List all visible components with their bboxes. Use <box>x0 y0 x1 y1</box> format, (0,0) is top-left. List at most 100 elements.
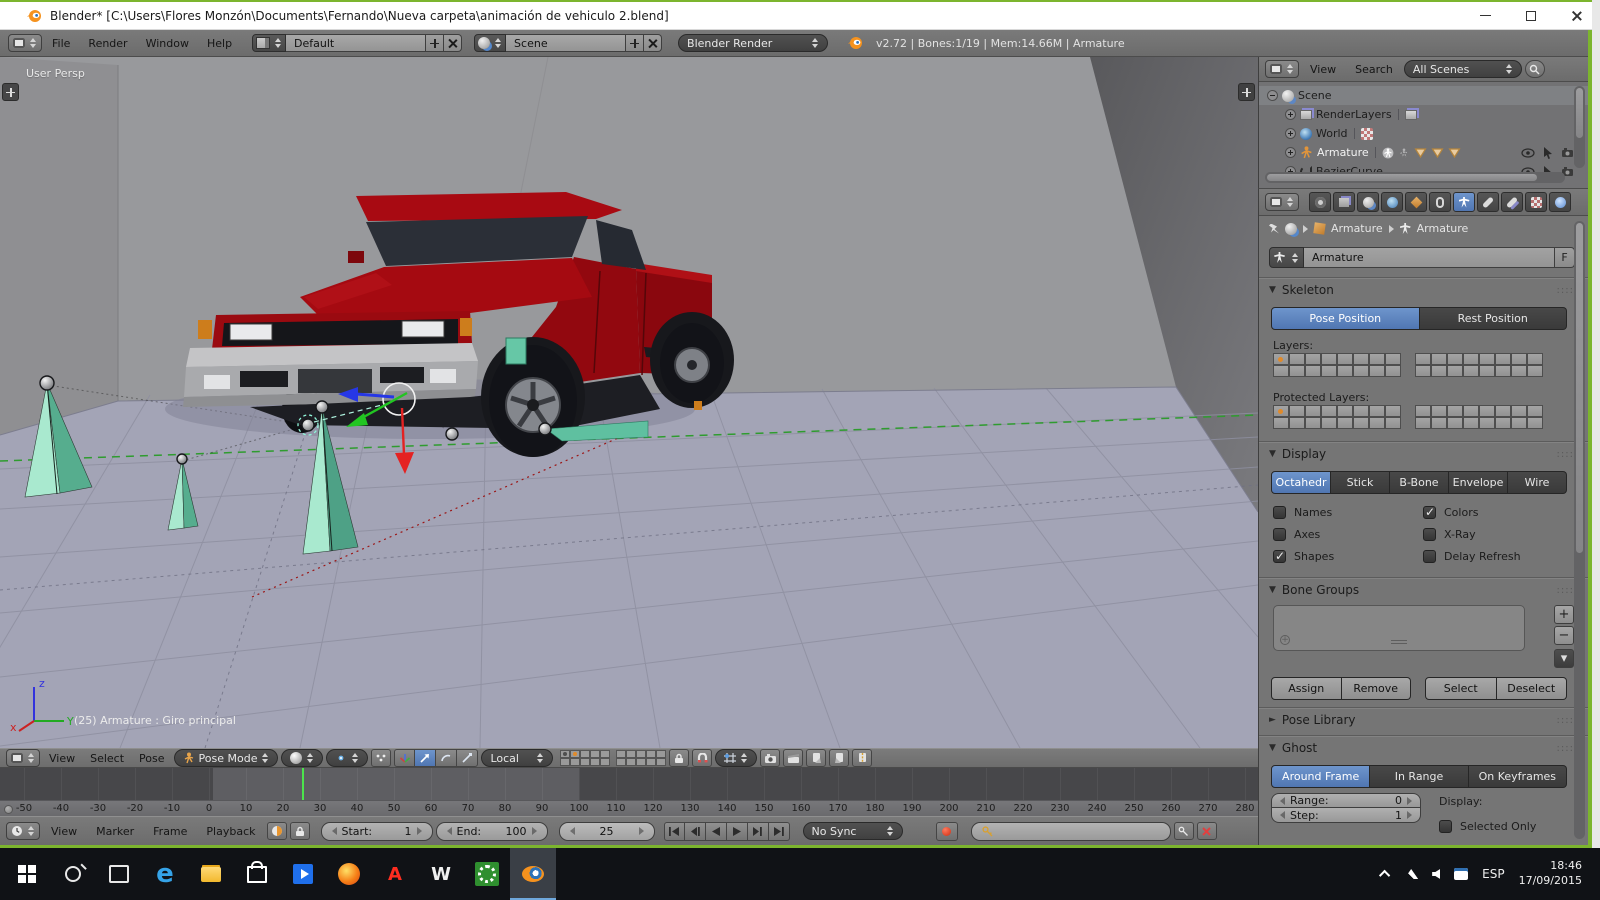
av-sync-selector[interactable]: No Sync <box>802 822 903 840</box>
expand-icon[interactable] <box>1285 147 1296 158</box>
blender-icon[interactable] <box>510 848 556 900</box>
layer-toggle[interactable] <box>1369 405 1385 417</box>
bone-groups-list[interactable]: + <box>1273 605 1525 651</box>
jump-to-prev-keyframe-button[interactable] <box>684 821 706 841</box>
viewport-layer-toggle[interactable] <box>656 750 667 758</box>
volume-icon[interactable] <box>1432 869 1441 879</box>
current-frame-indicator[interactable] <box>301 768 304 800</box>
list-grip-icon[interactable] <box>1391 640 1407 644</box>
decrement-icon[interactable] <box>331 827 337 835</box>
jump-to-end-button[interactable] <box>768 821 790 841</box>
viewport-shading-selector[interactable] <box>281 749 324 767</box>
layer-toggle[interactable] <box>1511 353 1527 365</box>
snap-element-selector[interactable] <box>715 749 758 767</box>
menu-frame[interactable]: Frame <box>145 823 195 840</box>
adobe-reader-icon[interactable]: A <box>372 848 418 900</box>
layer-toggle[interactable] <box>1479 365 1495 377</box>
manipulator-axes-button[interactable] <box>394 749 416 767</box>
checkbox[interactable] <box>1423 527 1436 541</box>
layer-toggle[interactable] <box>1353 353 1369 365</box>
layer-toggle[interactable] <box>1369 417 1385 429</box>
tab-render-icon[interactable] <box>1309 192 1331 212</box>
segment-rest-position[interactable]: Rest Position <box>1419 307 1567 330</box>
layer-toggle[interactable] <box>1479 405 1495 417</box>
tab-object-data-icon[interactable] <box>1453 192 1475 212</box>
bone-joint[interactable] <box>39 375 55 391</box>
viewport-layer-toggle[interactable] <box>600 750 611 758</box>
panel-header-ghost[interactable]: ▼ Ghost <box>1269 741 1317 755</box>
layer-toggle[interactable] <box>1305 405 1321 417</box>
viewport-3d[interactable]: User Persp (25) Armature : Giro principa… <box>0 57 1258 748</box>
layer-toggle[interactable] <box>1415 405 1431 417</box>
layer-toggle[interactable] <box>1337 353 1353 365</box>
panel-grip-icon[interactable]: :::: <box>1557 585 1574 596</box>
checkbox[interactable] <box>1273 527 1286 541</box>
bone-group-specials-button[interactable]: ▾ <box>1554 649 1574 668</box>
outliner-vertical-scrollbar[interactable] <box>1574 86 1585 168</box>
layer-toggle[interactable] <box>1353 417 1369 429</box>
layer-toggle[interactable] <box>1495 405 1511 417</box>
segment-stick[interactable]: Stick <box>1331 471 1390 494</box>
layer-toggle[interactable] <box>1463 417 1479 429</box>
layer-toggle[interactable] <box>1321 353 1337 365</box>
layer-toggle[interactable] <box>1415 353 1431 365</box>
panel-grip-icon[interactable]: :::: <box>1557 285 1574 296</box>
layer-toggle[interactable] <box>1527 405 1543 417</box>
segment-deselect[interactable]: Deselect <box>1496 677 1567 700</box>
add-scene-button[interactable] <box>626 34 645 52</box>
jump-to-next-keyframe-button[interactable] <box>747 821 769 841</box>
viewport-layer-toggle[interactable] <box>600 758 611 766</box>
tab-bone-icon[interactable] <box>1477 192 1499 212</box>
viewport-layer-toggle[interactable] <box>636 750 647 758</box>
add-layout-button[interactable] <box>426 34 445 52</box>
layer-toggle[interactable] <box>1289 417 1305 429</box>
panel-grip-icon[interactable]: :::: <box>1557 449 1574 460</box>
display-option-names[interactable]: Names <box>1273 501 1415 523</box>
layer-toggle[interactable] <box>1305 353 1321 365</box>
ghost-step-field[interactable]: Step: 1 <box>1271 808 1421 823</box>
segment-on-keyframes[interactable]: On Keyframes <box>1468 765 1567 788</box>
sidebar-expand-button[interactable] <box>1238 83 1255 101</box>
current-frame-field[interactable]: 25 <box>558 821 655 841</box>
segment-around-frame[interactable]: Around Frame <box>1271 765 1371 788</box>
outliner-item-armature[interactable]: Armature <box>1259 143 1588 162</box>
expand-icon[interactable] <box>1285 128 1296 139</box>
tray-chevron-icon[interactable] <box>1379 869 1391 882</box>
viewport-layer-toggle[interactable] <box>646 758 657 766</box>
layer-toggle[interactable] <box>1447 417 1463 429</box>
layer-toggle[interactable] <box>1321 365 1337 377</box>
layer-toggle[interactable] <box>1479 417 1495 429</box>
lock-range-toggle[interactable] <box>289 822 310 840</box>
scene-selector[interactable]: Scene <box>474 34 663 52</box>
snap-toggle[interactable] <box>692 749 713 767</box>
settings-icon[interactable] <box>464 848 510 900</box>
layer-toggle[interactable] <box>1447 353 1463 365</box>
layer-toggle[interactable] <box>1385 417 1401 429</box>
decrement-icon[interactable] <box>1280 796 1285 805</box>
copy-pose-button[interactable] <box>806 749 827 767</box>
layer-toggle[interactable] <box>1447 365 1463 377</box>
language-indicator[interactable]: ESP <box>1482 867 1504 881</box>
layer-toggle[interactable] <box>1337 365 1353 377</box>
remove-bone-group-button[interactable]: − <box>1554 626 1574 645</box>
toolbar-expand-button[interactable] <box>2 83 19 101</box>
menu-render[interactable]: Render <box>80 35 135 52</box>
wifi-icon[interactable] <box>1404 869 1419 879</box>
layer-toggle[interactable] <box>1527 365 1543 377</box>
layer-toggle[interactable] <box>1273 405 1289 417</box>
decrement-icon[interactable] <box>446 827 452 835</box>
segment-wire[interactable]: Wire <box>1508 471 1567 494</box>
layer-toggle[interactable] <box>1527 353 1543 365</box>
viewport-layer-toggle[interactable] <box>580 750 591 758</box>
viewport-layer-toggle[interactable] <box>580 758 591 766</box>
viewport-layer-toggle[interactable] <box>646 750 657 758</box>
layer-toggle[interactable] <box>1415 365 1431 377</box>
layer-toggle[interactable] <box>1463 405 1479 417</box>
viewport-layer-toggle[interactable] <box>626 750 637 758</box>
edge-icon[interactable]: e <box>142 848 188 900</box>
panel-header-display[interactable]: ▼ Display <box>1269 447 1326 461</box>
layer-toggle[interactable] <box>1431 353 1447 365</box>
editor-type-button-properties[interactable] <box>1265 193 1299 211</box>
translate-manipulator-button[interactable] <box>415 749 437 767</box>
delete-keyframe-button[interactable] <box>1196 822 1217 840</box>
